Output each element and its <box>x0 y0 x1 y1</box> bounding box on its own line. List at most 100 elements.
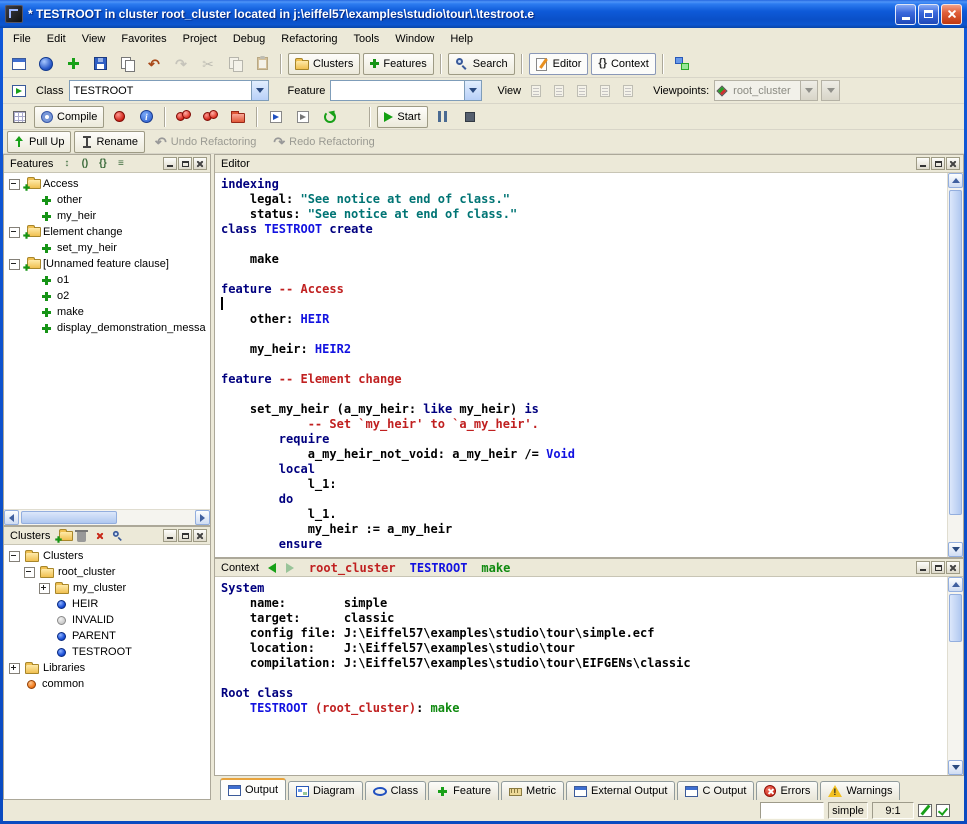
cluster-tree-item[interactable]: my_cluster <box>4 580 210 596</box>
new-class-button[interactable] <box>61 53 85 75</box>
code-line[interactable]: my_heir: HEIR2 <box>221 342 947 357</box>
feature-tree-item[interactable]: [Unnamed feature clause] <box>4 256 210 272</box>
trash-icon[interactable] <box>74 529 89 543</box>
breadcrumb-testroot[interactable]: TESTROOT <box>410 561 468 575</box>
tab-class[interactable]: Class <box>365 781 427 800</box>
maximize-panel-button[interactable] <box>931 561 945 574</box>
clear-breakpoints-button[interactable] <box>291 106 315 128</box>
scrollbar-thumb[interactable] <box>21 511 117 524</box>
tab-diagram[interactable]: Diagram <box>288 781 363 800</box>
feature-tree-item[interactable]: Access <box>4 176 210 192</box>
feature-link[interactable]: make <box>431 701 460 715</box>
tab-errors[interactable]: Errors <box>756 781 818 800</box>
feature-tree-item[interactable]: make <box>4 304 210 320</box>
resynchronize-button[interactable] <box>318 106 342 128</box>
code-line[interactable]: set_my_heir (a_my_heir: like my_heir) is <box>221 402 947 417</box>
menu-item-help[interactable]: Help <box>442 30 481 48</box>
code-line[interactable]: -- Set `my_heir' to `a_my_heir'. <box>221 417 947 432</box>
menu-item-refactoring[interactable]: Refactoring <box>273 30 345 48</box>
scroll-down-button[interactable] <box>948 760 963 775</box>
clusters-tool-button[interactable]: Clusters <box>288 53 360 75</box>
minimize-panel-button[interactable] <box>916 157 930 170</box>
feature-tree-item[interactable]: Element change <box>4 224 210 240</box>
class-link[interactable]: HEIR2 <box>315 342 351 356</box>
precompile-button[interactable] <box>226 106 250 128</box>
feature-combo[interactable] <box>330 80 482 101</box>
cluster-tree-item[interactable]: Libraries <box>4 660 210 676</box>
melt-button[interactable] <box>107 106 131 128</box>
context-vertical-scrollbar[interactable] <box>947 577 963 775</box>
undo-button[interactable]: ↶ <box>142 53 166 75</box>
menu-item-project[interactable]: Project <box>175 30 225 48</box>
code-line[interactable]: legal: "See notice at end of class." <box>221 192 947 207</box>
context-tool-button[interactable]: {}Context <box>591 53 655 75</box>
menu-item-view[interactable]: View <box>74 30 114 48</box>
toggle-alias-icon[interactable]: {} <box>95 157 110 171</box>
menu-item-edit[interactable]: Edit <box>39 30 74 48</box>
rename-button[interactable]: Rename <box>74 131 145 153</box>
collapse-icon[interactable] <box>24 567 35 578</box>
scroll-up-button[interactable] <box>948 173 963 188</box>
breadcrumb-make[interactable]: make <box>481 561 510 575</box>
pull-up-button[interactable]: Pull Up <box>7 131 71 153</box>
maximize-button[interactable] <box>918 4 939 25</box>
scroll-right-button[interactable] <box>195 510 210 525</box>
scroll-up-button[interactable] <box>948 577 963 592</box>
code-line[interactable]: feature -- Element change <box>221 372 947 387</box>
close-panel-button[interactable] <box>193 157 207 170</box>
maximize-panel-button[interactable] <box>931 157 945 170</box>
close-button[interactable] <box>941 4 962 25</box>
toggle-signature-icon[interactable]: () <box>77 157 92 171</box>
class-link[interactable]: HEIR <box>300 312 329 326</box>
code-line[interactable]: my_heir := a_my_heir <box>221 522 947 537</box>
menu-item-debug[interactable]: Debug <box>225 30 273 48</box>
cluster-tree-item[interactable]: TESTROOT <box>4 644 210 660</box>
remove-item-icon[interactable] <box>92 529 107 543</box>
code-line[interactable] <box>221 297 947 312</box>
search-button[interactable]: Search <box>448 53 515 75</box>
scroll-left-button[interactable] <box>4 510 19 525</box>
feature-tree-item[interactable]: set_my_heir <box>4 240 210 256</box>
code-line[interactable] <box>221 237 947 252</box>
compile-button[interactable]: Compile <box>34 106 104 128</box>
scroll-down-button[interactable] <box>948 542 963 557</box>
diagram-tool-button[interactable] <box>670 53 694 75</box>
code-line[interactable]: feature -- Access <box>221 282 947 297</box>
tab-output[interactable]: Output <box>220 778 286 800</box>
expand-icon[interactable] <box>9 663 20 674</box>
code-line[interactable]: a_my_heir_not_void: a_my_heir /= Void <box>221 447 947 462</box>
menu-item-window[interactable]: Window <box>387 30 442 48</box>
code-line[interactable]: do <box>221 492 947 507</box>
code-line[interactable]: status: "See notice at end of class." <box>221 207 947 222</box>
minimize-panel-button[interactable] <box>916 561 930 574</box>
collapse-icon[interactable] <box>9 259 20 270</box>
feature-tree-item[interactable]: o2 <box>4 288 210 304</box>
minimize-panel-button[interactable] <box>163 529 177 542</box>
class-link[interactable]: Void <box>546 447 575 461</box>
feature-tree-item[interactable]: my_heir <box>4 208 210 224</box>
tab-warnings[interactable]: Warnings <box>820 781 900 800</box>
collapse-icon[interactable] <box>9 227 20 238</box>
collapse-icon[interactable] <box>9 179 20 190</box>
class-combo[interactable]: TESTROOT <box>69 80 269 101</box>
system-info-button[interactable] <box>7 106 31 128</box>
maximize-panel-button[interactable] <box>178 157 192 170</box>
close-panel-button[interactable] <box>946 157 960 170</box>
sort-features-icon[interactable]: ↕ <box>59 157 74 171</box>
code-line[interactable]: local <box>221 462 947 477</box>
minimize-panel-button[interactable] <box>163 157 177 170</box>
code-line[interactable]: class TESTROOT create <box>221 222 947 237</box>
class-link[interactable]: TESTROOT <box>250 701 308 715</box>
features-tool-button[interactable]: Features <box>363 53 433 75</box>
search-cluster-icon[interactable] <box>110 529 125 543</box>
code-line[interactable]: make <box>221 252 947 267</box>
code-line[interactable]: other: HEIR <box>221 312 947 327</box>
class-link[interactable]: TESTROOT <box>264 222 322 236</box>
scrollbar-thumb[interactable] <box>949 594 962 642</box>
tab-c-output[interactable]: C Output <box>677 781 754 800</box>
expand-icon[interactable] <box>39 583 50 594</box>
finalize-button[interactable] <box>199 106 223 128</box>
context-back-button[interactable] <box>265 561 280 575</box>
cluster-tree-item[interactable]: root_cluster <box>4 564 210 580</box>
feature-tree-item[interactable]: other <box>4 192 210 208</box>
